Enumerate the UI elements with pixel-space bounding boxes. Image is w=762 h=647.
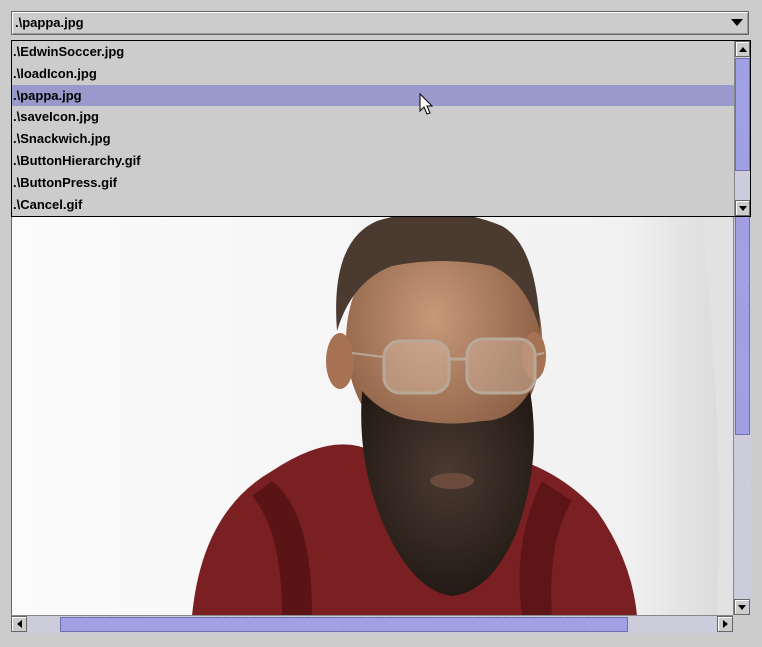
popup-scroll-up-button[interactable] — [735, 41, 750, 57]
arrow-down-icon — [738, 604, 746, 610]
scroll-right-button[interactable] — [717, 616, 733, 632]
arrow-down-icon — [738, 205, 747, 211]
scroll-left-button[interactable] — [11, 616, 27, 632]
list-item[interactable]: .\saveIcon.jpg — [12, 106, 734, 128]
list-item-selected[interactable]: .\pappa.jpg — [12, 84, 734, 107]
list-item[interactable]: .\ButtonHierarchy.gif — [12, 150, 734, 172]
horizontal-scroll-thumb[interactable] — [60, 617, 628, 632]
scroll-down-button[interactable] — [734, 599, 750, 615]
popup-scroll-down-button[interactable] — [735, 200, 750, 216]
list-item[interactable]: .\EdwinSoccer.jpg — [12, 41, 734, 63]
popup-scrollbar[interactable] — [734, 41, 750, 216]
scroll-corner — [733, 615, 751, 633]
file-combo-box[interactable]: .\pappa.jpg — [11, 11, 749, 35]
list-item[interactable]: .\ButtonPress.gif — [12, 172, 734, 194]
arrow-left-icon — [16, 620, 22, 628]
arrow-right-icon — [722, 620, 728, 628]
combo-selected-value: .\pappa.jpg — [15, 15, 84, 30]
arrow-up-icon — [738, 46, 747, 52]
list-item[interactable]: .\loadIcon.jpg — [12, 63, 734, 85]
horizontal-scrollbar[interactable] — [11, 615, 733, 633]
list-item[interactable]: .\Snackwich.jpg — [12, 128, 734, 150]
vertical-scroll-thumb[interactable] — [735, 212, 750, 435]
list-item[interactable]: .\Cancel.gif — [12, 194, 734, 216]
triangle-down-icon[interactable] — [726, 12, 748, 34]
combo-popup-list[interactable]: .\EdwinSoccer.jpg .\loadIcon.jpg .\pappa… — [11, 40, 751, 217]
popup-scroll-thumb[interactable] — [735, 58, 750, 171]
mouse-pointer-icon — [419, 93, 434, 115]
